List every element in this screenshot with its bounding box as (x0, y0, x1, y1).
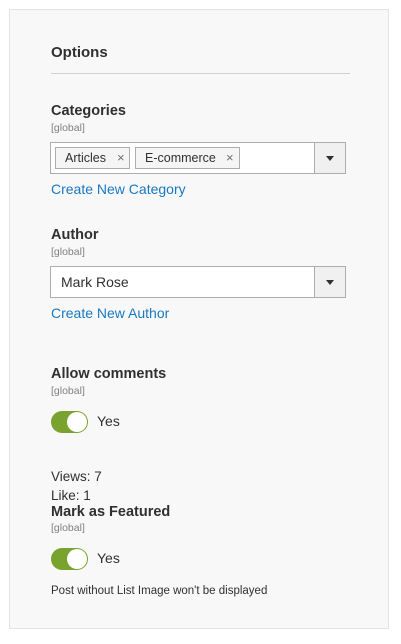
views-count: Views: 7 (51, 469, 102, 484)
section-title: Options (51, 44, 108, 61)
category-tag-ecommerce: E-commerce × (135, 147, 240, 169)
category-tag-articles: Articles × (55, 147, 130, 169)
comments-toggle-label: Yes (97, 413, 120, 429)
likes-count: Like: 1 (51, 488, 91, 503)
author-select-value: Mark Rose (61, 274, 129, 290)
toggle-knob (67, 549, 87, 569)
create-author-link[interactable]: Create New Author (51, 305, 169, 321)
comments-scope: [global] (51, 385, 85, 397)
author-scope: [global] (51, 246, 85, 258)
author-select[interactable]: Mark Rose (50, 266, 346, 298)
create-category-link[interactable]: Create New Category (51, 181, 186, 197)
options-panel: Options Categories [global] Articles × E… (9, 9, 389, 629)
comments-label: Allow comments (51, 366, 167, 382)
tag-label: E-commerce (145, 151, 216, 165)
categories-label: Categories (51, 103, 126, 119)
toggle-knob (67, 412, 87, 432)
chevron-down-icon[interactable] (314, 267, 345, 297)
chevron-down-icon[interactable] (314, 143, 345, 173)
close-icon[interactable]: × (117, 148, 125, 168)
close-icon[interactable]: × (226, 148, 234, 168)
featured-label: Mark as Featured (51, 504, 171, 520)
categories-scope: [global] (51, 122, 85, 134)
author-label: Author (51, 227, 99, 243)
featured-note: Post without List Image won't be display… (51, 585, 268, 597)
featured-toggle-label: Yes (97, 550, 120, 566)
categories-multiselect[interactable]: Articles × E-commerce × (50, 142, 346, 174)
section-divider (51, 73, 350, 74)
featured-scope: [global] (51, 522, 85, 534)
comments-toggle[interactable] (51, 411, 88, 433)
featured-toggle[interactable] (51, 548, 88, 570)
tag-label: Articles (65, 151, 106, 165)
